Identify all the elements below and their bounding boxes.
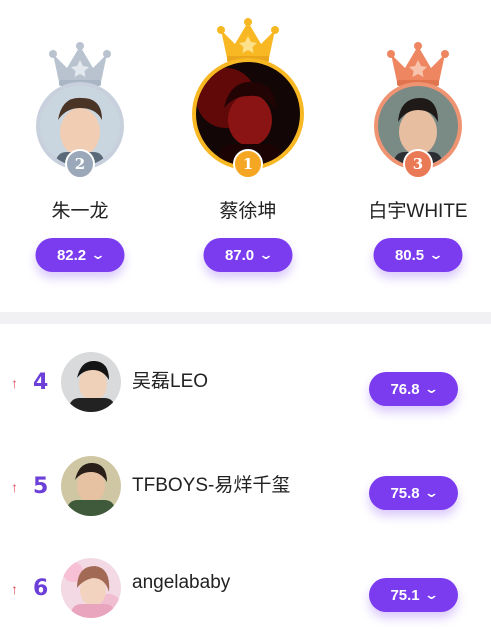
score-value: 75.8 [390,484,420,502]
rank-number: 4 [33,370,49,395]
arrow-up-icon: ↑ [11,479,18,495]
chevron-down-icon: ⌄ [427,247,444,262]
score-value: 82.2 [56,246,87,264]
score-button[interactable]: 80.5 ⌄ [373,238,463,272]
list-item[interactable]: ↑ 5 TFBOYS-易烊千玺 75.8 ⌄ [0,444,491,548]
row-name: angelababy [132,572,231,593]
top-name: 蔡徐坤 [219,201,277,222]
score-value: 75.1 [390,586,420,604]
top-name: 朱一龙 [51,201,109,222]
avatar [61,558,121,618]
list-item[interactable]: ↑ 4 吴磊LEO 76.8 ⌄ [0,340,491,444]
section-divider [0,312,491,324]
chevron-down-icon: ⌄ [423,381,439,396]
podium-item-rank-3[interactable]: 3 白宇WHITE 80.5 ⌄ [338,0,491,312]
arrow-up-icon: ↑ [11,375,18,391]
score-button[interactable]: 82.2 ⌄ [35,238,125,272]
top-three-podium: 2 朱一龙 82.2 ⌄ 1 蔡徐坤 87.0 ⌄ 3 白宇WHITE 80.5… [0,0,491,312]
row-name: TFBOYS-易烊千玺 [132,475,291,496]
score-button[interactable]: 87.0 ⌄ [203,238,293,272]
score-value: 87.0 [224,246,255,264]
rank-badge: 1 [233,149,263,179]
podium-item-rank-1[interactable]: 1 蔡徐坤 87.0 ⌄ [168,0,328,312]
row-name: 吴磊LEO [132,371,209,392]
score-button[interactable]: 75.8 ⌄ [369,476,458,510]
chevron-down-icon: ⌄ [89,247,106,262]
score-button[interactable]: 76.8 ⌄ [369,372,458,406]
score-button[interactable]: 75.1 ⌄ [369,578,458,612]
score-value: 80.5 [394,246,425,264]
avatar [61,456,121,516]
rank-badge: 2 [65,149,95,179]
arrow-up-icon: ↑ [11,581,18,597]
rank-badge: 3 [403,149,433,179]
avatar [61,352,121,412]
chevron-down-icon: ⌄ [423,587,439,602]
chevron-down-icon: ⌄ [257,247,274,262]
top-name: 白宇WHITE [368,201,468,222]
rank-number: 6 [33,576,49,601]
list-item[interactable]: ↑ 6 angelababy 75.1 ⌄ [0,546,491,640]
score-value: 76.8 [390,380,420,398]
podium-item-rank-2[interactable]: 2 朱一龙 82.2 ⌄ [0,0,160,312]
rank-number: 5 [33,474,49,499]
chevron-down-icon: ⌄ [423,485,439,500]
